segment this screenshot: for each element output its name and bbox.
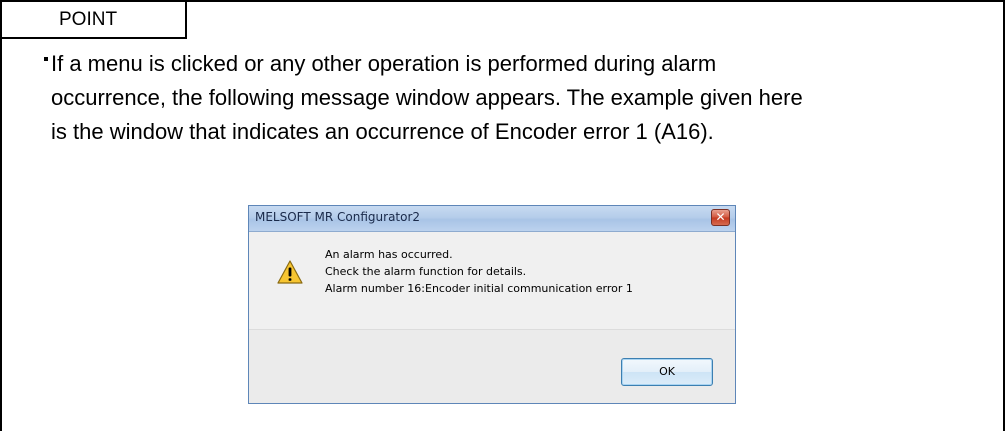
message-line-1: An alarm has occurred.	[325, 248, 453, 261]
dialog-body: An alarm has occurred. Check the alarm f…	[249, 232, 735, 329]
dialog-footer: OK	[249, 329, 735, 403]
close-button[interactable]: ✕	[711, 209, 730, 226]
point-box: POINT If a menu is clicked or any other …	[0, 0, 1005, 431]
message-line-3: Alarm number 16:Encoder initial communic…	[325, 282, 633, 295]
paragraph-line-3: is the window that indicates an occurren…	[51, 119, 714, 144]
close-icon: ✕	[715, 210, 726, 224]
alarm-message-window: MELSOFT MR Configurator2 ✕ An alarm has …	[248, 205, 736, 404]
warning-icon	[277, 260, 303, 284]
ok-button[interactable]: OK	[621, 358, 713, 386]
bullet-mark	[44, 57, 48, 61]
dialog-title: MELSOFT MR Configurator2	[255, 210, 421, 224]
point-paragraph: If a menu is clicked or any other operat…	[51, 47, 991, 149]
paragraph-line-2: occurrence, the following message window…	[51, 85, 803, 110]
paragraph-line-1: If a menu is clicked or any other operat…	[51, 51, 717, 76]
alarm-message: An alarm has occurred. Check the alarm f…	[325, 246, 633, 297]
dialog-titlebar[interactable]: MELSOFT MR Configurator2 ✕	[249, 206, 735, 232]
point-label: POINT	[2, 2, 187, 39]
message-line-2: Check the alarm function for details.	[325, 265, 527, 278]
